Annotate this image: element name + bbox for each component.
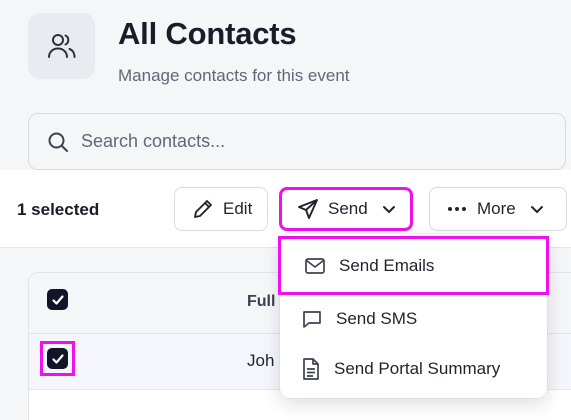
checkmark-icon	[51, 353, 64, 364]
search-input[interactable]	[81, 131, 521, 152]
edit-button-label: Edit	[223, 199, 253, 218]
edit-button[interactable]: Edit	[174, 187, 268, 231]
contacts-header-icon	[28, 13, 95, 79]
page-subtitle: Manage contacts for this event	[118, 66, 350, 85]
users-icon	[47, 34, 75, 58]
menu-item-label: Send SMS	[336, 309, 418, 328]
mail-icon	[305, 257, 325, 274]
more-button[interactable]: More	[429, 187, 567, 231]
document-icon	[303, 358, 319, 380]
chevron-down-icon	[530, 202, 544, 216]
menu-item-label: Send Emails	[339, 255, 435, 275]
send-button[interactable]: Send	[279, 187, 413, 231]
search-box[interactable]	[28, 113, 566, 170]
chevron-down-icon	[382, 202, 396, 216]
send-dropdown-menu: Send Emails Send SMS Send Portal Summary	[278, 234, 549, 398]
search-icon	[48, 132, 68, 152]
selected-count: 1 selected	[17, 200, 100, 219]
page-title: All Contacts	[118, 16, 297, 51]
menu-item-label: Send Portal Summary	[334, 359, 501, 378]
column-header-full-name[interactable]: Full	[247, 293, 275, 311]
row-checkbox[interactable]	[47, 348, 68, 369]
menu-item-send-emails[interactable]: Send Emails	[278, 236, 549, 295]
message-icon	[303, 311, 321, 328]
menu-item-send-sms[interactable]: Send SMS	[280, 294, 547, 344]
send-button-label: Send	[328, 199, 368, 218]
pencil-icon	[194, 200, 212, 218]
more-horizontal-icon	[448, 207, 466, 211]
contact-name-cell: Joh	[247, 351, 275, 370]
more-button-label: More	[477, 199, 516, 218]
send-icon	[298, 199, 318, 219]
select-all-checkbox[interactable]	[47, 289, 68, 310]
menu-item-send-portal-summary[interactable]: Send Portal Summary	[280, 344, 547, 394]
checkmark-icon	[51, 294, 64, 305]
